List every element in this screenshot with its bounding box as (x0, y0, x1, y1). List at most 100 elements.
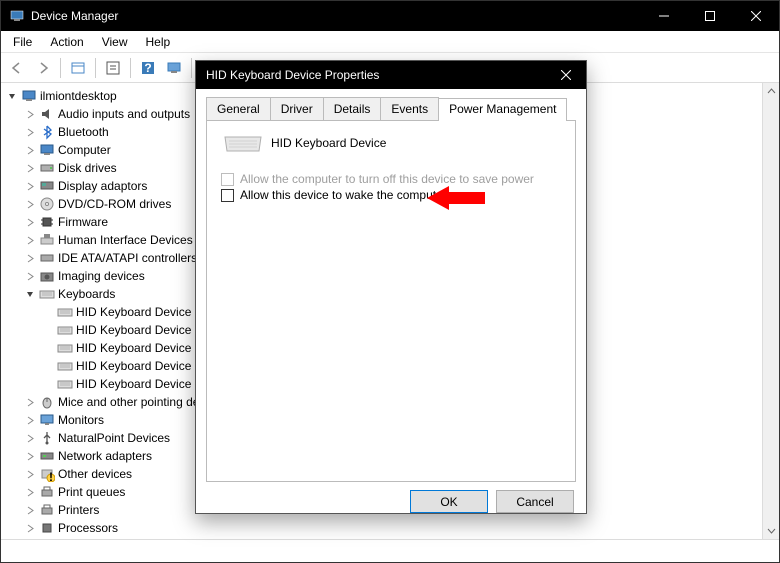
printer-icon (38, 502, 56, 518)
mouse-icon (38, 394, 56, 410)
tabpage-power-management: HID Keyboard Device Allow the computer t… (206, 120, 576, 482)
keyboard-icon (56, 358, 74, 374)
toolbar-button-1[interactable] (66, 56, 90, 80)
tree-label: Computer (56, 143, 111, 157)
scroll-up-icon[interactable] (763, 83, 779, 100)
disc-icon (38, 196, 56, 212)
chevron-right-icon[interactable] (23, 416, 38, 425)
tree-label: Print queues (56, 485, 125, 499)
tree-label: HID Keyboard Device (74, 323, 191, 337)
usb-icon (38, 430, 56, 446)
tabstrip: General Driver Details Events Power Mana… (206, 97, 576, 120)
tree-label: Processors (56, 521, 118, 535)
monitor-icon (38, 412, 56, 428)
vertical-scrollbar[interactable] (762, 83, 779, 539)
scroll-track[interactable] (763, 100, 779, 522)
chevron-right-icon[interactable] (23, 398, 38, 407)
cancel-button[interactable]: Cancel (496, 490, 574, 513)
keyboard-large-icon (223, 133, 259, 153)
chevron-right-icon[interactable] (23, 218, 38, 227)
chevron-right-icon[interactable] (23, 470, 38, 479)
tab-details[interactable]: Details (323, 97, 382, 120)
chevron-right-icon[interactable] (23, 272, 38, 281)
tree-label: Imaging devices (56, 269, 145, 283)
computer-icon (38, 142, 56, 158)
close-button[interactable] (733, 1, 779, 31)
chevron-down-icon[interactable] (5, 92, 20, 101)
tree-label: NaturalPoint Devices (56, 431, 170, 445)
back-button[interactable] (5, 56, 29, 80)
keyboard-icon (56, 304, 74, 320)
chevron-right-icon[interactable] (23, 200, 38, 209)
chevron-right-icon[interactable] (23, 146, 38, 155)
scroll-down-icon[interactable] (763, 522, 779, 539)
chevron-right-icon[interactable] (23, 488, 38, 497)
svg-text:!: ! (49, 470, 53, 482)
network-icon (38, 448, 56, 464)
toolbar-button-2[interactable] (101, 56, 125, 80)
forward-button[interactable] (31, 56, 55, 80)
tree-item-software[interactable]: Software devices (5, 537, 762, 539)
maximize-button[interactable] (687, 1, 733, 31)
cpu-icon (38, 520, 56, 536)
menu-help[interactable]: Help (138, 33, 179, 51)
checkbox-label: Allow the computer to turn off this devi… (240, 172, 534, 186)
chevron-right-icon[interactable] (23, 110, 38, 119)
chevron-right-icon[interactable] (23, 254, 38, 263)
chevron-right-icon[interactable] (23, 164, 38, 173)
menu-action[interactable]: Action (42, 33, 91, 51)
device-name: HID Keyboard Device (271, 136, 386, 150)
controller-icon (38, 250, 56, 266)
toolbar-button-3[interactable] (162, 56, 186, 80)
chevron-right-icon[interactable] (23, 128, 38, 137)
tree-label: ilmiontdesktop (38, 89, 117, 103)
tree-label: Other devices (56, 467, 132, 481)
minimize-button[interactable] (641, 1, 687, 31)
chevron-down-icon[interactable] (23, 290, 38, 299)
keyboard-icon (56, 322, 74, 338)
disk-icon (38, 160, 56, 176)
camera-icon (38, 268, 56, 284)
checkbox-icon (221, 173, 234, 186)
tree-label: Human Interface Devices (56, 233, 193, 247)
tree-label: Firmware (56, 215, 108, 229)
chevron-right-icon[interactable] (23, 506, 38, 515)
menu-file[interactable]: File (5, 33, 40, 51)
chevron-right-icon[interactable] (23, 524, 38, 533)
checkbox-allow-wake-computer[interactable]: Allow this device to wake the computer (219, 187, 563, 203)
properties-dialog: HID Keyboard Device Properties General D… (195, 60, 587, 514)
window-title: Device Manager (31, 9, 641, 23)
menubar: File Action View Help (1, 31, 779, 53)
separator (130, 58, 131, 78)
tree-label: Printers (56, 503, 99, 517)
tree-label: IDE ATA/ATAPI controllers (56, 251, 197, 265)
keyboard-icon (38, 286, 56, 302)
menu-view[interactable]: View (94, 33, 136, 51)
ok-button[interactable]: OK (410, 490, 488, 513)
checkbox-icon[interactable] (221, 189, 234, 202)
tree-label: Display adaptors (56, 179, 147, 193)
keyboard-icon (56, 340, 74, 356)
audio-icon (38, 106, 56, 122)
tree-label: HID Keyboard Device (74, 305, 191, 319)
chevron-right-icon[interactable] (23, 434, 38, 443)
titlebar: Device Manager (1, 1, 779, 31)
tab-events[interactable]: Events (380, 97, 439, 120)
computer-icon (20, 88, 38, 104)
tree-label: Keyboards (56, 287, 115, 301)
dialog-titlebar: HID Keyboard Device Properties (196, 61, 586, 89)
chevron-right-icon[interactable] (23, 452, 38, 461)
tree-label: Monitors (56, 413, 104, 427)
display-icon (38, 178, 56, 194)
tab-driver[interactable]: Driver (270, 97, 324, 120)
tree-label: Network adapters (56, 449, 152, 463)
chevron-right-icon[interactable] (23, 236, 38, 245)
tab-general[interactable]: General (206, 97, 271, 120)
tab-power-management[interactable]: Power Management (438, 98, 567, 121)
printer-icon (38, 484, 56, 500)
warning-icon: ! (38, 466, 56, 482)
dialog-close-button[interactable] (546, 61, 586, 89)
help-button[interactable]: ? (136, 56, 160, 80)
separator (191, 58, 192, 78)
chevron-right-icon[interactable] (23, 182, 38, 191)
